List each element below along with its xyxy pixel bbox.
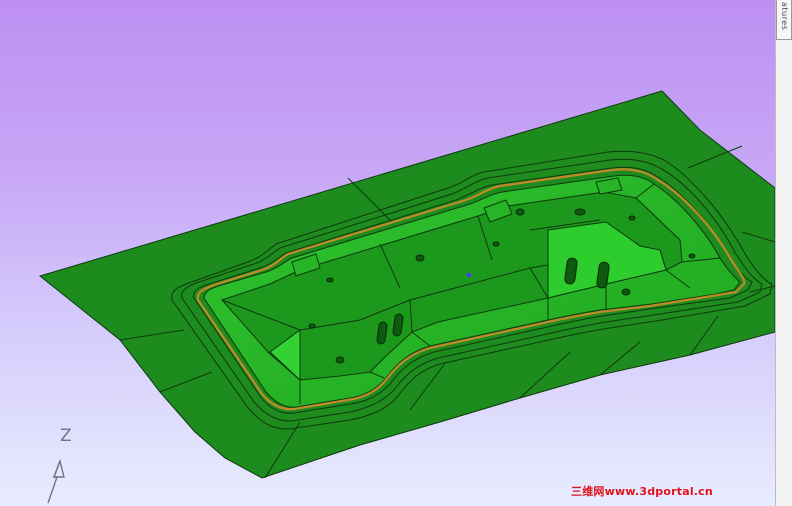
features-tab-label: atures [780,2,789,31]
graphics-viewport[interactable]: Z 三维网www.3dportal.cn [0,0,775,506]
selection-marker [467,273,471,277]
axis-z-label: Z [60,426,72,446]
die-face-model[interactable] [0,0,775,506]
features-tab[interactable]: atures [776,0,792,40]
feature-tree-panel [775,0,792,506]
watermark-text: 三维网www.3dportal.cn [571,485,713,498]
axis-triad-icon [47,458,65,504]
